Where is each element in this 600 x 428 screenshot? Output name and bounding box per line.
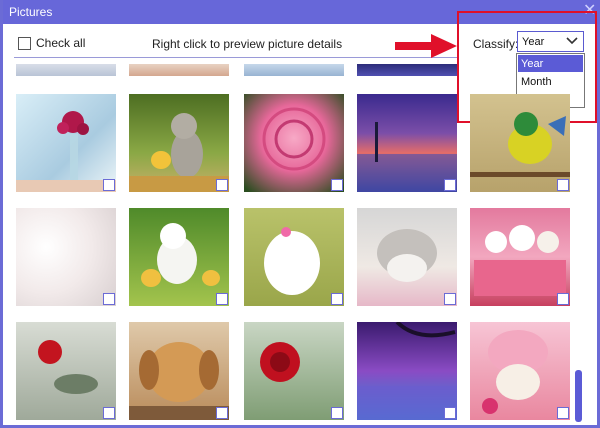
thumbnail-checkbox[interactable] xyxy=(103,407,115,419)
thumbnail-image xyxy=(470,112,570,177)
toolbar-divider xyxy=(14,57,457,58)
thumbnail-sunset-person[interactable] xyxy=(357,94,457,192)
thumbnail-image xyxy=(264,227,320,295)
thumbnail-checkbox[interactable] xyxy=(557,293,569,305)
thumbnail-checkbox[interactable] xyxy=(331,407,343,419)
thumbnail-image xyxy=(357,122,457,192)
thumbnail-partial xyxy=(16,64,116,76)
thumbnail-image xyxy=(260,342,300,382)
window-title: Pictures xyxy=(9,5,53,19)
thumbnail-white-blur[interactable] xyxy=(16,208,116,306)
thumbnail-checkbox[interactable] xyxy=(216,293,228,305)
thumbnail-image xyxy=(129,342,229,420)
check-all-checkbox[interactable] xyxy=(18,36,31,50)
thumbnail-checkbox[interactable] xyxy=(331,293,343,305)
thumbnail-partial xyxy=(357,64,457,76)
thumbnail-grey-kitten[interactable] xyxy=(357,208,457,306)
thumbnail-partial xyxy=(244,64,344,76)
thumbnail-checkbox[interactable] xyxy=(216,407,228,419)
thumbnail-flowers-vase[interactable] xyxy=(16,94,116,192)
check-all-label: Check all xyxy=(36,36,86,50)
red-arrow-annotation xyxy=(395,34,457,58)
thumbnail-checkbox[interactable] xyxy=(444,293,456,305)
thumbnail-puppy[interactable] xyxy=(129,322,229,420)
thumbnail-partial xyxy=(129,64,229,76)
thumbnail-checkbox[interactable] xyxy=(557,407,569,419)
thumbnail-checkbox[interactable] xyxy=(216,179,228,191)
thumbnail-kitten-chick[interactable] xyxy=(129,94,229,192)
thumbnail-image xyxy=(482,330,548,414)
thumbnail-image xyxy=(129,113,229,192)
check-all[interactable]: Check all xyxy=(18,36,85,50)
thumbnail-fluffy-kitten[interactable] xyxy=(244,208,344,306)
thumbnail-image xyxy=(16,111,116,192)
thumbnail-pink-rose[interactable] xyxy=(244,94,344,192)
thumbnail-image xyxy=(377,229,437,282)
thumbnail-image xyxy=(474,225,566,296)
thumbnail-image xyxy=(357,322,457,420)
thumbnail-image xyxy=(38,340,98,394)
thumbnail-red-rose-leaves[interactable] xyxy=(16,322,116,420)
thumbnail-checkbox[interactable] xyxy=(331,179,343,191)
thumbnail-white-kitten-chicks[interactable] xyxy=(129,208,229,306)
thumbnail-bird[interactable] xyxy=(470,94,570,192)
thumbnail-checkbox[interactable] xyxy=(444,407,456,419)
thumbnail-kittens-basket[interactable] xyxy=(470,208,570,306)
thumbnail-checkbox[interactable] xyxy=(103,293,115,305)
vertical-scrollbar-thumb[interactable] xyxy=(575,370,582,422)
thumbnail-image xyxy=(141,223,220,287)
thumbnail-checkbox[interactable] xyxy=(557,179,569,191)
thumbnail-red-rose[interactable] xyxy=(244,322,344,420)
thumbnail-checkbox[interactable] xyxy=(444,179,456,191)
thumbnail-image xyxy=(262,107,326,171)
hint-text: Right click to preview picture details xyxy=(152,37,343,51)
thumbnail-purple-tree-lake[interactable] xyxy=(357,322,457,420)
thumbnail-pig-hat-kitten[interactable] xyxy=(470,322,570,420)
thumbnail-checkbox[interactable] xyxy=(103,179,115,191)
